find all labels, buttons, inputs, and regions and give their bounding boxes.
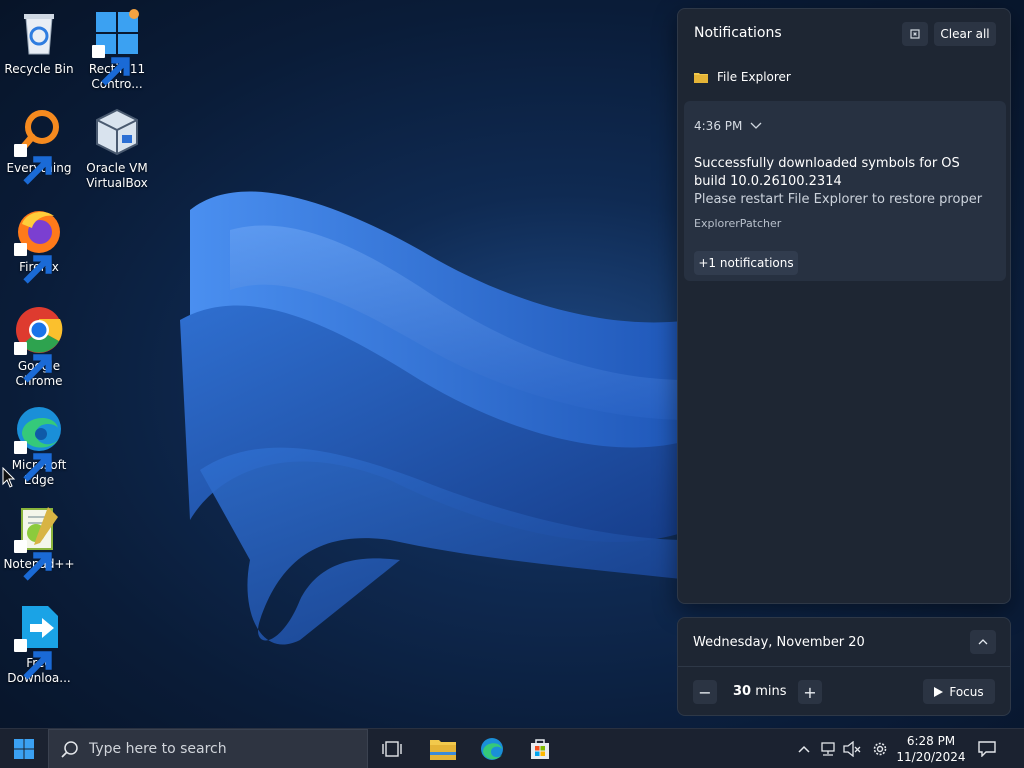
shortcut-arrow-icon <box>14 243 52 284</box>
notification-time: 4:36 PM <box>694 119 762 133</box>
edge-icon <box>481 738 503 760</box>
clear-all-button[interactable]: Clear all <box>934 22 996 46</box>
desktop-icon-label: Recycle Bin <box>4 62 74 76</box>
notepadpp-icon <box>14 503 64 581</box>
file-explorer-icon <box>430 740 456 760</box>
calendar-focus-panel: Wednesday, November 20 − 30 mins + Focus <box>677 617 1011 716</box>
play-icon <box>934 686 944 697</box>
clock-date: 11/20/2024 <box>896 750 966 764</box>
chevron-up-icon <box>978 639 988 645</box>
network-button[interactable] <box>818 739 838 759</box>
volume-muted-icon <box>843 741 861 757</box>
desktop-icon-label: Oracle VM VirtualBox <box>86 161 148 190</box>
focus-assist-button[interactable] <box>902 22 928 46</box>
gear-icon <box>873 742 887 756</box>
notification-app-name: File Explorer <box>717 70 791 84</box>
chrome-icon <box>14 305 64 383</box>
desktop-icon-notepadpp[interactable]: Notepad++ <box>0 503 78 581</box>
taskbar: Type here to search 6:28 PM 11/20/2024 <box>0 728 1024 768</box>
free-download-manager-icon <box>14 602 64 680</box>
increase-focus-button[interactable]: + <box>798 680 822 704</box>
virtualbox-icon <box>92 107 142 157</box>
shortcut-arrow-icon <box>14 144 52 185</box>
microsoft-store-icon <box>531 739 549 759</box>
calendar-date: Wednesday, November 20 <box>693 635 865 650</box>
volume-button[interactable] <box>842 739 862 759</box>
task-view-button[interactable] <box>372 729 412 768</box>
file-explorer-folder-icon <box>694 73 708 83</box>
notification-source: ExplorerPatcher <box>694 217 782 230</box>
shortcut-arrow-icon <box>14 639 52 680</box>
everything-search-icon <box>14 107 64 185</box>
decrease-focus-button[interactable]: − <box>693 680 717 704</box>
edge-icon <box>14 404 64 482</box>
desktop-icon-rectify11[interactable]: Rectify11 Contro... <box>78 8 156 92</box>
mouse-cursor-icon <box>2 467 16 488</box>
focus-button-label: Focus <box>949 684 984 699</box>
windows-logo-icon <box>14 739 34 759</box>
desktop-icon-free-download-manager[interactable]: Free Downloa... <box>0 602 78 686</box>
focus-duration: 30 mins <box>733 684 787 699</box>
notification-card[interactable]: 4:36 PM Successfully downloaded symbols … <box>684 101 1006 281</box>
shortcut-arrow-icon <box>14 540 52 581</box>
notification-body: Please restart File Explorer to restore … <box>694 192 983 207</box>
focus-unit: mins <box>755 684 787 699</box>
windows-control-panel-icon <box>92 8 142 86</box>
taskbar-edge[interactable] <box>470 729 514 768</box>
show-hidden-icons-button[interactable] <box>794 739 814 759</box>
taskbar-file-explorer[interactable] <box>421 729 465 768</box>
desktop-icon-recycle-bin[interactable]: Recycle Bin <box>0 8 78 77</box>
desktop-icon-firefox[interactable]: Firefox <box>0 206 78 284</box>
action-center-button[interactable] <box>977 739 997 759</box>
clock-time: 6:28 PM <box>906 734 956 748</box>
search-placeholder: Type here to search <box>89 741 227 757</box>
network-icon <box>821 742 835 756</box>
notification-heading: Successfully downloaded symbols for OS b… <box>694 156 960 189</box>
shortcut-arrow-icon <box>14 342 52 383</box>
desktop-icon-everything[interactable]: Everything <box>0 107 78 185</box>
recycle-bin-icon <box>14 8 64 58</box>
notification-center: Notifications Clear all File Explorer 4:… <box>677 8 1011 604</box>
expand-chevron-icon[interactable] <box>750 122 762 130</box>
start-button[interactable] <box>0 729 48 768</box>
taskbar-search-box[interactable]: Type here to search <box>48 729 368 768</box>
desktop-icon-chrome[interactable]: Google Chrome <box>0 305 78 389</box>
taskbar-clock[interactable]: 6:28 PM 11/20/2024 <box>890 733 972 765</box>
task-view-icon <box>382 741 402 757</box>
chevron-up-icon <box>798 745 810 753</box>
search-icon <box>61 741 78 758</box>
taskbar-microsoft-store[interactable] <box>518 729 562 768</box>
focus-assist-icon <box>910 29 920 39</box>
focus-minutes: 30 <box>733 684 752 699</box>
more-notifications-button[interactable]: +1 notifications <box>694 251 798 275</box>
divider <box>678 666 1010 667</box>
shortcut-arrow-icon <box>92 45 130 86</box>
desktop-icon-virtualbox[interactable]: Oracle VM VirtualBox <box>78 107 156 191</box>
settings-button[interactable] <box>870 739 890 759</box>
collapse-calendar-button[interactable] <box>970 630 996 654</box>
start-focus-button[interactable]: Focus <box>923 679 995 704</box>
notification-time-text: 4:36 PM <box>694 119 743 133</box>
notification-center-title: Notifications <box>694 25 782 41</box>
firefox-icon <box>14 206 64 284</box>
shortcut-arrow-icon <box>14 441 52 482</box>
notification-app-header: File Explorer <box>694 70 791 84</box>
notification-icon <box>978 741 996 757</box>
